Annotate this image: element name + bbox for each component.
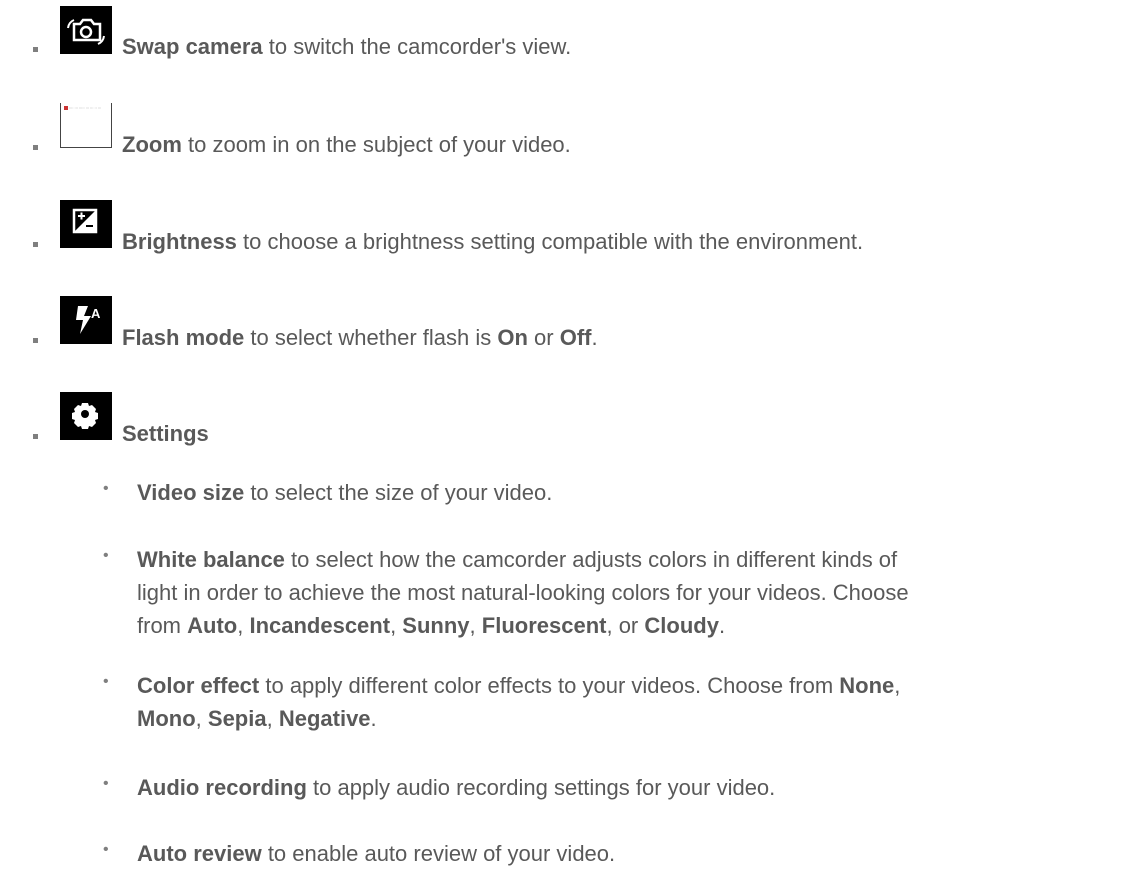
sub-item-description: to enable auto review of your video. xyxy=(261,841,616,866)
svg-text:A: A xyxy=(91,306,101,321)
round-bullet: • xyxy=(103,841,109,858)
option-incandescent: Incandescent xyxy=(249,613,391,638)
item-description: to switch the camcorder's view. xyxy=(262,34,572,59)
round-bullet: • xyxy=(103,673,109,690)
sub-item-label: Audio recording xyxy=(137,775,307,800)
sub-item-description: to apply audio recording settings for yo… xyxy=(306,775,776,800)
brightness-icon xyxy=(60,200,112,248)
sub-item-label: Video size xyxy=(137,480,245,505)
item-label: Swap camera xyxy=(122,34,263,59)
square-bullet xyxy=(33,338,38,343)
sub-item-description: from xyxy=(137,613,188,638)
separator: . xyxy=(370,706,377,731)
item-label: Brightness xyxy=(122,229,237,254)
item-text: Flash mode to select whether flash is On… xyxy=(122,323,598,353)
item-label: Flash mode xyxy=(122,325,245,350)
flash-mode-icon: A xyxy=(60,296,112,344)
swap-camera-icon xyxy=(60,6,112,54)
option-cloudy: Cloudy xyxy=(644,613,719,638)
item-text: Brightness to choose a brightness settin… xyxy=(122,227,863,257)
item-description: to choose a brightness setting compatibl… xyxy=(236,229,864,254)
option-on: On xyxy=(497,325,528,350)
item-description: to select whether flash is xyxy=(244,325,498,350)
separator: . xyxy=(718,613,726,638)
sub-item-label: Color effect xyxy=(137,673,260,698)
separator: , xyxy=(894,673,901,698)
option-auto: Auto xyxy=(187,613,238,638)
option-none: None xyxy=(839,673,895,698)
item-description: . xyxy=(591,325,598,350)
sub-item-description: to apply different color effects to your… xyxy=(259,673,840,698)
sub-item-video-size: Video size to select the size of your vi… xyxy=(137,476,1137,509)
option-sepia: Sepia xyxy=(207,706,267,731)
sub-item-description: to select the size of your video. xyxy=(244,480,553,505)
sub-item-description: light in order to achieve the most natur… xyxy=(137,580,909,605)
item-text: Settings xyxy=(122,419,209,449)
separator: , xyxy=(390,613,403,638)
sub-item-label: White balance xyxy=(137,547,285,572)
option-negative: Negative xyxy=(278,706,371,731)
sub-item-audio-recording: Audio recording to apply audio recording… xyxy=(137,771,1137,804)
item-label: Settings xyxy=(122,421,209,446)
option-sunny: Sunny xyxy=(402,613,470,638)
item-description: to zoom in on the subject of your video. xyxy=(181,132,571,157)
square-bullet xyxy=(33,145,38,150)
separator: , xyxy=(195,706,208,731)
option-mono: Mono xyxy=(137,706,196,731)
item-text: Swap camera to switch the camcorder's vi… xyxy=(122,32,571,62)
settings-icon xyxy=(60,392,112,440)
sub-item-white-balance: White balance to select how the camcorde… xyxy=(137,543,1137,642)
sub-item-color-effect: Color effect to apply different color ef… xyxy=(137,669,1137,735)
square-bullet xyxy=(33,47,38,52)
item-label: Zoom xyxy=(122,132,182,157)
round-bullet: • xyxy=(103,480,109,497)
separator: , xyxy=(266,706,279,731)
zoom-icon: :::: ::: ::::: ::: ::: :: ::: xyxy=(60,103,112,148)
item-text: Zoom to zoom in on the subject of your v… xyxy=(122,130,571,160)
square-bullet xyxy=(33,434,38,439)
separator: , or xyxy=(606,613,645,638)
option-fluorescent: Fluorescent xyxy=(481,613,607,638)
sub-item-description: to select how the camcorder adjusts colo… xyxy=(284,547,898,572)
square-bullet xyxy=(33,242,38,247)
separator: , xyxy=(469,613,482,638)
round-bullet: • xyxy=(103,547,109,564)
sub-item-label: Auto review xyxy=(137,841,262,866)
item-description: or xyxy=(527,325,560,350)
separator: , xyxy=(237,613,250,638)
round-bullet: • xyxy=(103,775,109,792)
option-off: Off xyxy=(559,325,592,350)
broken-image-placeholder: :::: ::: ::::: ::: ::: :: ::: xyxy=(64,106,108,110)
sub-item-auto-review: Auto review to enable auto review of you… xyxy=(137,837,1137,870)
